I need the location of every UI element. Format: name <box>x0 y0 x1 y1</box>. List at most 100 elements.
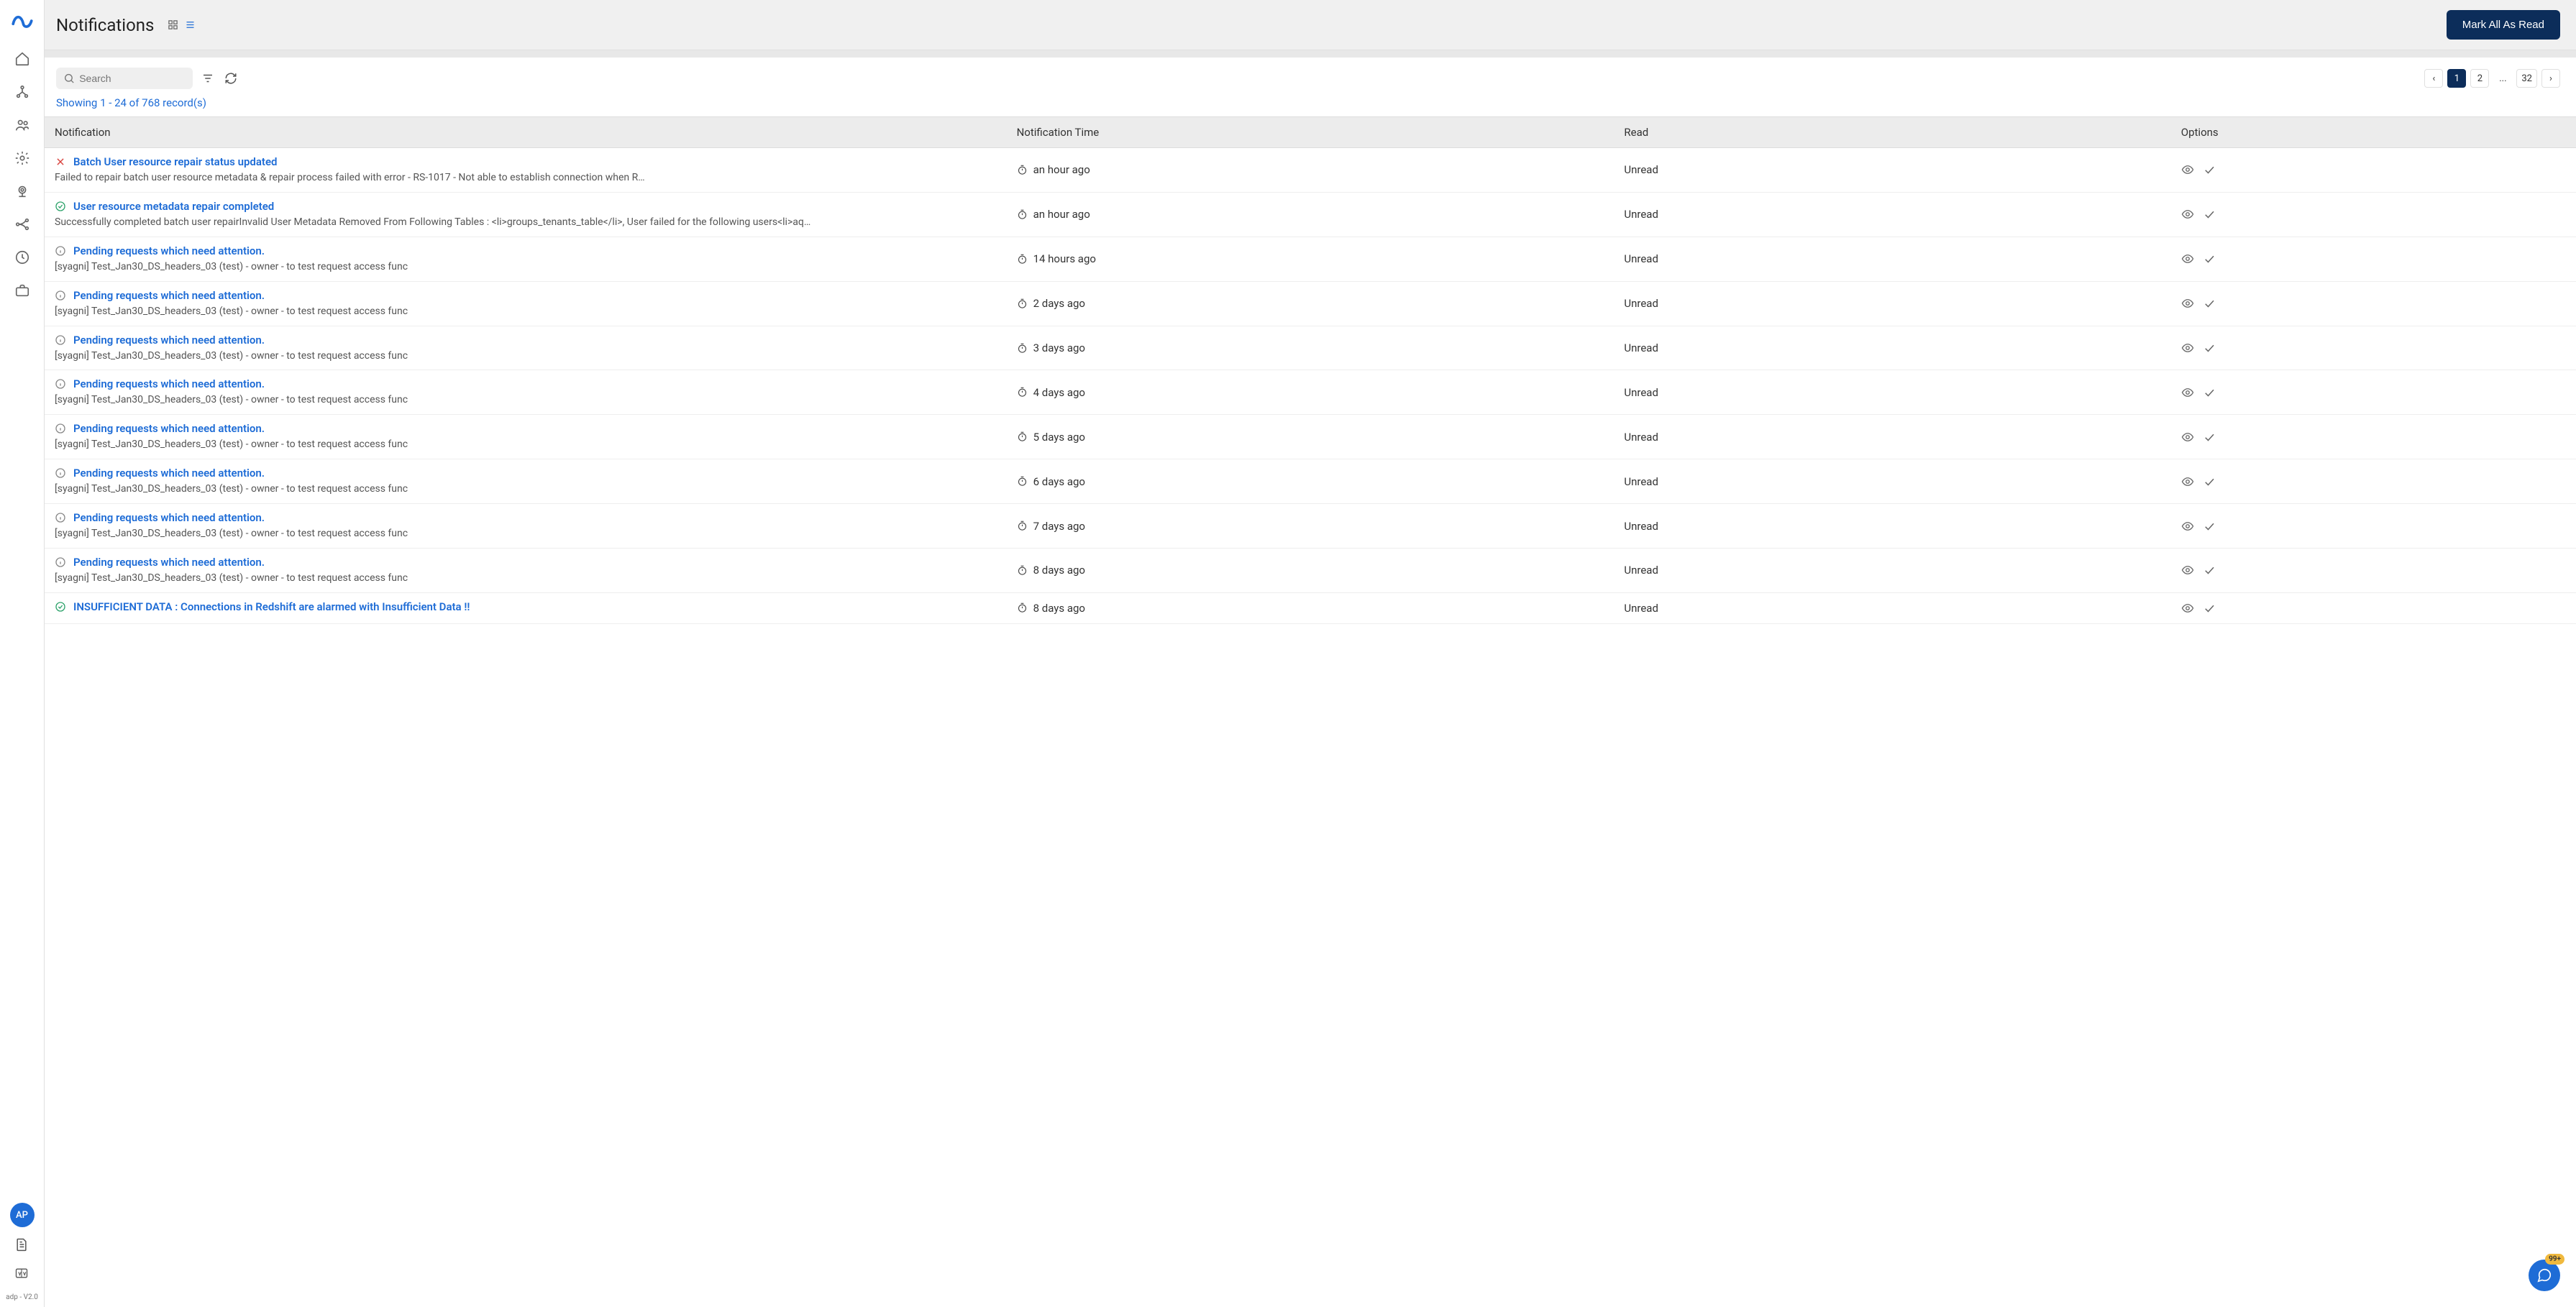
notification-title-link[interactable]: Pending requests which need attention. <box>73 244 265 257</box>
chat-widget[interactable]: 99+ <box>2529 1260 2560 1291</box>
read-status: Unread <box>1624 208 1658 221</box>
col-time: Notification Time <box>1007 117 1614 147</box>
view-icon[interactable] <box>2181 386 2194 399</box>
status-info-icon <box>55 467 66 479</box>
notification-title-link[interactable]: Pending requests which need attention. <box>73 556 265 569</box>
read-status: Unread <box>1624 341 1658 354</box>
webcam-icon[interactable] <box>14 183 31 200</box>
mark-all-read-button[interactable]: Mark All As Read <box>2447 10 2560 40</box>
mark-read-icon[interactable] <box>2203 386 2216 399</box>
notification-title-link[interactable]: Batch User resource repair status update… <box>73 155 277 168</box>
status-info-icon <box>55 556 66 568</box>
notification-description: Successfully completed batch user repair… <box>55 216 810 229</box>
notification-description: [syagni] Test_Jan30_DS_headers_03 (test)… <box>55 305 408 318</box>
user-avatar[interactable]: AP <box>10 1203 35 1227</box>
settings-icon[interactable] <box>14 150 31 167</box>
page-2-button[interactable]: 2 <box>2470 69 2489 88</box>
read-status: Unread <box>1624 163 1658 176</box>
timer-icon <box>1017 520 1028 531</box>
table-row: Pending requests which need attention. [… <box>45 459 2576 504</box>
filter-icon[interactable] <box>200 70 216 86</box>
view-icon[interactable] <box>2181 564 2194 577</box>
list-view-icon[interactable] <box>184 19 196 31</box>
pipeline-icon[interactable] <box>14 216 31 233</box>
notification-title-link[interactable]: Pending requests which need attention. <box>73 511 265 524</box>
view-icon[interactable] <box>2181 520 2194 533</box>
timer-icon <box>1017 602 1028 613</box>
pagination: ‹ 1 2 ... 32 › <box>2424 69 2560 88</box>
mark-read-icon[interactable] <box>2203 163 2216 176</box>
sidebar: AP adp - V2.0 <box>0 0 45 1307</box>
refresh-icon[interactable] <box>223 70 239 86</box>
notification-title-link[interactable]: Pending requests which need attention. <box>73 289 265 302</box>
mark-read-icon[interactable] <box>2203 431 2216 444</box>
page-title: Notifications <box>56 15 154 35</box>
search-input[interactable] <box>75 73 186 84</box>
status-error-icon <box>55 156 66 168</box>
table-header: Notification Notification Time Read Opti… <box>45 116 2576 148</box>
page-1-button[interactable]: 1 <box>2447 69 2466 88</box>
notification-description: [syagni] Test_Jan30_DS_headers_03 (test)… <box>55 349 408 363</box>
view-icon[interactable] <box>2181 602 2194 615</box>
timer-icon <box>1017 209 1028 220</box>
mark-read-icon[interactable] <box>2203 341 2216 354</box>
view-icon[interactable] <box>2181 252 2194 265</box>
notification-time: 6 days ago <box>1033 475 1085 488</box>
notification-time: 8 days ago <box>1033 602 1085 615</box>
view-icon[interactable] <box>2181 208 2194 221</box>
grid-view-icon[interactable] <box>167 19 178 31</box>
document-icon[interactable] <box>13 1236 30 1253</box>
page-header: Notifications Mark All As Read <box>45 0 2576 50</box>
version-label: adp - V2.0 <box>6 1293 38 1301</box>
page-prev-button[interactable]: ‹ <box>2424 69 2443 88</box>
table-row: Pending requests which need attention. [… <box>45 549 2576 593</box>
users-icon[interactable] <box>14 116 31 134</box>
notification-title-link[interactable]: INSUFFICIENT DATA : Connections in Redsh… <box>73 600 470 613</box>
notification-title-link[interactable]: Pending requests which need attention. <box>73 334 265 347</box>
col-read: Read <box>1614 117 2170 147</box>
read-status: Unread <box>1624 252 1658 265</box>
notification-description: [syagni] Test_Jan30_DS_headers_03 (test)… <box>55 260 408 274</box>
view-icon[interactable] <box>2181 341 2194 354</box>
read-status: Unread <box>1624 602 1658 615</box>
page-last-button[interactable]: 32 <box>2516 69 2537 88</box>
notification-title-link[interactable]: Pending requests which need attention. <box>73 422 265 435</box>
mark-read-icon[interactable] <box>2203 297 2216 310</box>
notification-title-link[interactable]: Pending requests which need attention. <box>73 467 265 480</box>
mark-read-icon[interactable] <box>2203 252 2216 265</box>
flow-icon[interactable] <box>14 83 31 101</box>
status-success-icon <box>55 601 66 613</box>
notification-time: an hour ago <box>1033 163 1090 176</box>
read-status: Unread <box>1624 520 1658 533</box>
notifications-table: Notification Notification Time Read Opti… <box>45 116 2576 1307</box>
timer-icon <box>1017 343 1028 354</box>
clock-icon[interactable] <box>14 249 31 266</box>
app-logo[interactable] <box>10 9 35 33</box>
translate-icon[interactable] <box>13 1265 30 1282</box>
view-icon[interactable] <box>2181 297 2194 310</box>
table-row: Pending requests which need attention. [… <box>45 370 2576 415</box>
page-next-button[interactable]: › <box>2541 69 2560 88</box>
notification-title-link[interactable]: User resource metadata repair completed <box>73 200 274 213</box>
read-status: Unread <box>1624 386 1658 399</box>
table-row: Pending requests which need attention. [… <box>45 504 2576 549</box>
view-icon[interactable] <box>2181 163 2194 176</box>
home-icon[interactable] <box>14 50 31 68</box>
toolbar: ‹ 1 2 ... 32 › <box>45 58 2576 96</box>
mark-read-icon[interactable] <box>2203 602 2216 615</box>
page-ellipsis: ... <box>2493 69 2512 88</box>
timer-icon <box>1017 165 1028 175</box>
notification-title-link[interactable]: Pending requests which need attention. <box>73 377 265 390</box>
mark-read-icon[interactable] <box>2203 520 2216 533</box>
notification-time: an hour ago <box>1033 208 1090 221</box>
mark-read-icon[interactable] <box>2203 475 2216 488</box>
notification-description: [syagni] Test_Jan30_DS_headers_03 (test)… <box>55 572 408 585</box>
timer-icon <box>1017 298 1028 309</box>
status-success-icon <box>55 201 66 212</box>
view-icon[interactable] <box>2181 475 2194 488</box>
briefcase-icon[interactable] <box>14 282 31 299</box>
search-input-wrap[interactable] <box>56 68 193 89</box>
view-icon[interactable] <box>2181 431 2194 444</box>
mark-read-icon[interactable] <box>2203 208 2216 221</box>
mark-read-icon[interactable] <box>2203 564 2216 577</box>
